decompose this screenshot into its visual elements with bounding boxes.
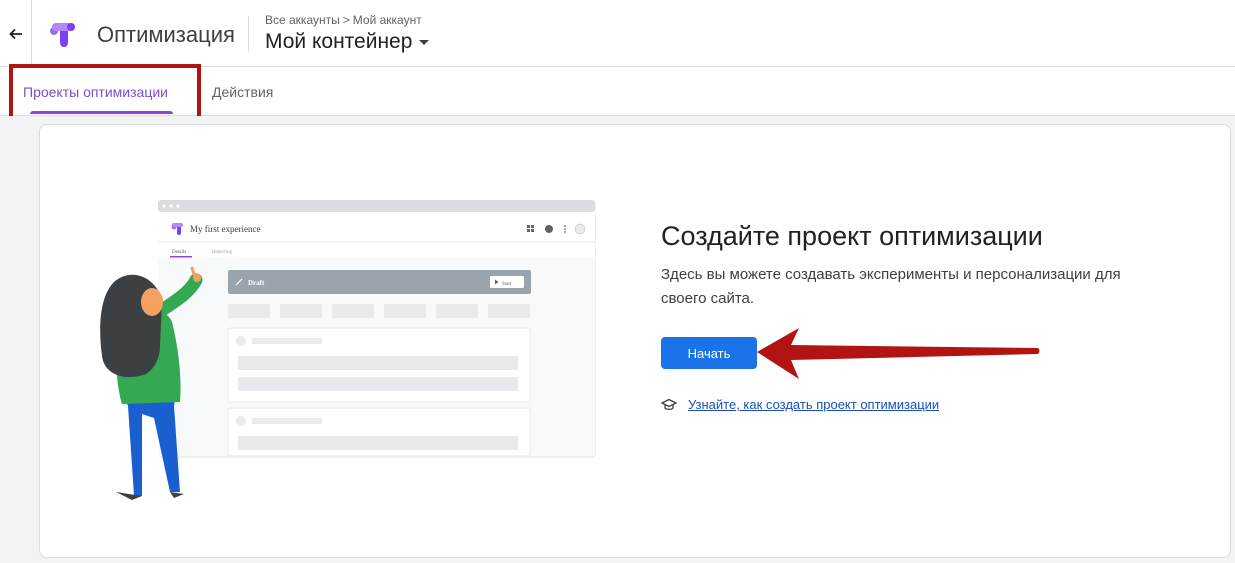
- annotation-arrow: [757, 328, 1040, 379]
- caret-down-icon: [419, 39, 430, 45]
- breadcrumb-all-accounts[interactable]: Все аккаунты: [265, 13, 340, 27]
- tab-activity-label: Действия: [212, 83, 274, 100]
- tab-activity[interactable]: Действия: [212, 67, 273, 116]
- onboarding-illustration: My first experience Details Reporting Dr…: [100, 200, 596, 500]
- back-button[interactable]: [0, 0, 32, 67]
- illustration-draft-label: Draft: [248, 279, 265, 287]
- optimize-logo-icon: [50, 23, 75, 47]
- empty-state-description: Здесь вы можете создавать эксперименты и…: [661, 266, 1121, 307]
- illustration-window-title: My first experience: [190, 224, 260, 234]
- illustration-start-label: Start: [502, 282, 512, 287]
- container-name: Мой контейнер: [265, 30, 413, 53]
- illustration-tab-reporting: Reporting: [212, 250, 232, 255]
- graduation-cap-icon: [661, 398, 677, 410]
- header-divider: [248, 16, 249, 52]
- empty-state-title: Создайте проект оптимизации: [661, 221, 1043, 251]
- top-bar: Оптимизация Все аккаунты > Мой аккаунт Мой…: [0, 0, 1235, 67]
- illustration-tab-details: Details: [172, 250, 186, 255]
- learn-more-link[interactable]: Узнайте, как создать проект оптимизации: [688, 397, 939, 412]
- breadcrumb-my-account[interactable]: Мой аккаунт: [353, 13, 422, 27]
- breadcrumb: Все аккаунты > Мой аккаунт: [265, 13, 422, 27]
- product-name: Оптимизация: [97, 22, 235, 47]
- learn-more: Узнайте, как создать проект оптимизации: [661, 397, 939, 412]
- arrow-left-icon: [8, 28, 22, 39]
- start-button[interactable]: Начать: [661, 337, 757, 369]
- breadcrumb-separator: >: [342, 13, 350, 27]
- container-selector[interactable]: Мой контейнер: [265, 30, 430, 54]
